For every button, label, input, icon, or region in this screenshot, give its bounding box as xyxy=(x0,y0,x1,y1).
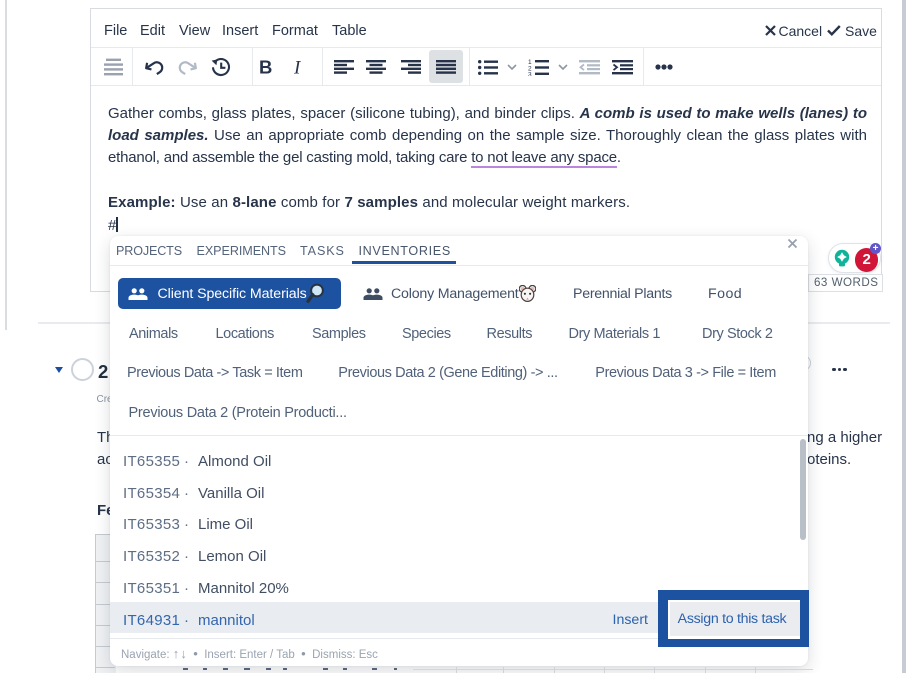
svg-text:3: 3 xyxy=(528,71,532,76)
svg-text:B: B xyxy=(259,59,272,75)
svg-text:I: I xyxy=(294,59,302,75)
